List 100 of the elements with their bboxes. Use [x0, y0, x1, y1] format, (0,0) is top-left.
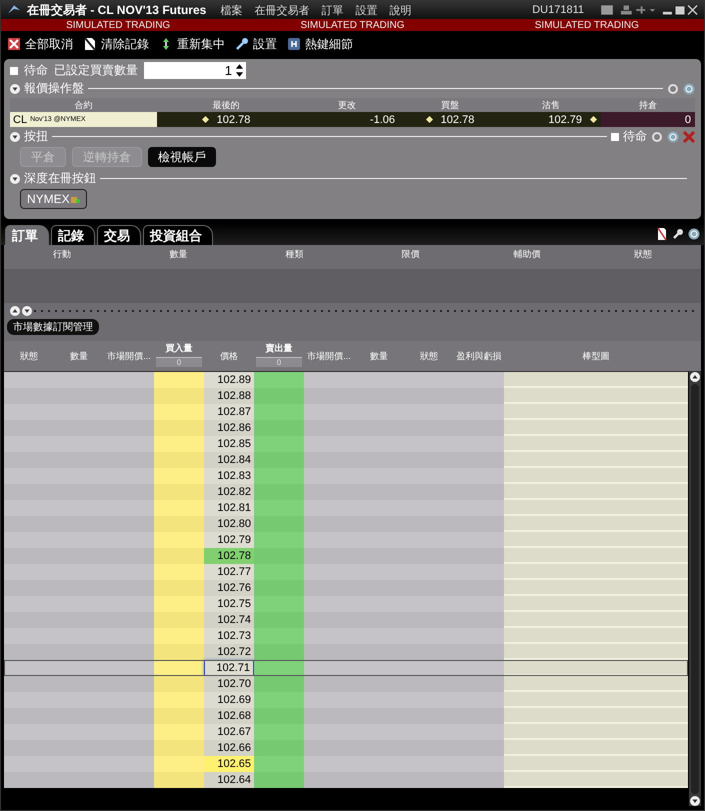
- ask-cell[interactable]: [254, 756, 304, 772]
- ladder-row[interactable]: 102.84: [4, 452, 688, 468]
- ask-cell[interactable]: [254, 404, 304, 420]
- wrench-icon[interactable]: [672, 228, 684, 240]
- ladder-row[interactable]: 102.67: [4, 724, 688, 740]
- ladder-row[interactable]: 102.83: [4, 468, 688, 484]
- scroll-up-icon[interactable]: [690, 372, 700, 382]
- tab[interactable]: 訂單: [5, 225, 49, 245]
- ask-cell[interactable]: [254, 644, 304, 660]
- ladder-row[interactable]: 102.68: [4, 708, 688, 724]
- standby-checkbox[interactable]: [611, 132, 619, 140]
- ladder-row[interactable]: 102.70: [4, 676, 688, 692]
- ask-cell[interactable]: [254, 532, 304, 548]
- close-icon[interactable]: [683, 130, 695, 142]
- ladder-row[interactable]: 102.87: [4, 404, 688, 420]
- spinner-arrows-icon[interactable]: [235, 63, 244, 78]
- ladder-row[interactable]: 102.81: [4, 500, 688, 516]
- quantity-field[interactable]: 1: [144, 62, 246, 79]
- collapse-icon[interactable]: [10, 174, 20, 184]
- toolbar-button[interactable]: 重新集中: [159, 36, 225, 52]
- ask-cell[interactable]: [254, 468, 304, 484]
- up-icon[interactable]: [10, 306, 20, 316]
- bid-cell[interactable]: [154, 564, 204, 580]
- ladder-row[interactable]: 102.74: [4, 612, 688, 628]
- ladder-row[interactable]: 102.75: [4, 596, 688, 612]
- ask-cell[interactable]: [254, 708, 304, 724]
- ask-cell[interactable]: [254, 564, 304, 580]
- ladder-row[interactable]: 102.76: [4, 580, 688, 596]
- ladder-row[interactable]: 102.77: [4, 564, 688, 580]
- ask-cell[interactable]: [254, 676, 304, 692]
- ask-cell[interactable]: [254, 628, 304, 644]
- ask-cell[interactable]: [254, 660, 304, 676]
- bid-cell[interactable]: [154, 452, 204, 468]
- ask-cell[interactable]: [254, 724, 304, 740]
- ladder-row[interactable]: 102.78: [4, 548, 688, 564]
- bid-cell[interactable]: [154, 500, 204, 516]
- toolbar-button[interactable]: 全部取消: [7, 36, 73, 52]
- bid-cell[interactable]: [154, 772, 204, 788]
- menu-item[interactable]: 在冊交易者: [254, 2, 310, 18]
- ask-cell[interactable]: [254, 500, 304, 516]
- bid-cell[interactable]: [154, 436, 204, 452]
- tab[interactable]: 交易: [97, 225, 141, 245]
- bid-cell[interactable]: [154, 548, 204, 564]
- menu-item[interactable]: 檔案: [220, 2, 242, 18]
- ask-cell[interactable]: [254, 596, 304, 612]
- subscription-button[interactable]: 市場數據訂閱管理: [7, 319, 99, 335]
- ladder-row[interactable]: 102.88: [4, 388, 688, 404]
- ask-cell[interactable]: [254, 420, 304, 436]
- ladder-row[interactable]: 102.86: [4, 420, 688, 436]
- action-button[interactable]: 檢視帳戶: [148, 147, 216, 167]
- ask-cell[interactable]: [254, 452, 304, 468]
- ask-cell[interactable]: [254, 772, 304, 788]
- bid-cell[interactable]: [154, 708, 204, 724]
- ask-cell[interactable]: [254, 740, 304, 756]
- ladder-row[interactable]: 102.80: [4, 516, 688, 532]
- tab[interactable]: 投資組合: [143, 225, 213, 245]
- bid-cell[interactable]: [154, 756, 204, 772]
- ask-cell[interactable]: [254, 436, 304, 452]
- toolbar-button[interactable]: 熱鍵細節: [287, 36, 353, 52]
- bid-cell[interactable]: [154, 468, 204, 484]
- scroll-down-icon[interactable]: [690, 796, 700, 806]
- menu-item[interactable]: 訂單: [321, 2, 344, 18]
- ladder-row[interactable]: 102.64: [4, 772, 688, 788]
- bid-cell[interactable]: [154, 484, 204, 500]
- ask-cell[interactable]: [254, 372, 304, 388]
- bid-cell[interactable]: [154, 372, 204, 388]
- menu-item[interactable]: 說明: [389, 2, 412, 18]
- ladder-row[interactable]: 102.85: [4, 436, 688, 452]
- bid-cell[interactable]: [154, 644, 204, 660]
- bid-cell[interactable]: [154, 420, 204, 436]
- help-icon[interactable]: [688, 228, 700, 240]
- ladder-row[interactable]: 102.89: [4, 372, 688, 388]
- bid-cell[interactable]: [154, 660, 204, 676]
- bid-cell[interactable]: [154, 532, 204, 548]
- bid-cell[interactable]: [154, 612, 204, 628]
- ladder-row[interactable]: 102.69: [4, 692, 688, 708]
- ladder-row[interactable]: 102.73: [4, 628, 688, 644]
- toolbar-button[interactable]: 設置: [235, 36, 277, 52]
- ask-cell[interactable]: [254, 692, 304, 708]
- window-controls-icon[interactable]: [662, 4, 698, 16]
- bid-cell[interactable]: [154, 516, 204, 532]
- collapse-icon[interactable]: [10, 132, 20, 142]
- standby-checkbox[interactable]: [10, 66, 18, 74]
- down-icon[interactable]: [22, 306, 32, 316]
- bid-cell[interactable]: [154, 740, 204, 756]
- tab[interactable]: 記錄: [51, 225, 95, 245]
- ladder-row[interactable]: 102.66: [4, 740, 688, 756]
- bid-cell[interactable]: [154, 692, 204, 708]
- ask-cell[interactable]: [254, 388, 304, 404]
- settings-icon[interactable]: [667, 82, 679, 94]
- toolbar-button[interactable]: 清除記錄: [83, 36, 149, 52]
- ask-cell[interactable]: [254, 612, 304, 628]
- ladder-row[interactable]: 102.72: [4, 644, 688, 660]
- document-icon[interactable]: [656, 228, 668, 240]
- window-icon[interactable]: [600, 3, 614, 17]
- ladder-row[interactable]: 102.71: [4, 660, 688, 676]
- ask-cell[interactable]: [254, 548, 304, 564]
- menu-item[interactable]: 設置: [355, 2, 378, 18]
- bid-cell[interactable]: [154, 388, 204, 404]
- bid-cell[interactable]: [154, 676, 204, 692]
